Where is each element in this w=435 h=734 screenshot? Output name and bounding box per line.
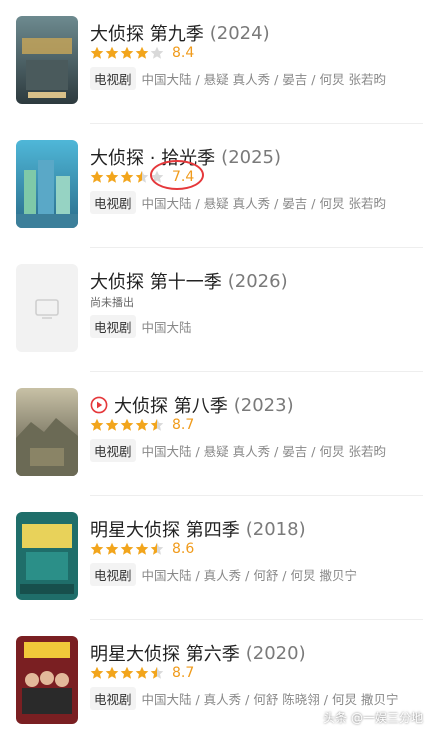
type-badge: 电视剧 xyxy=(90,438,136,462)
meta-row: 电视剧 中国大陆 / 真人秀 / 何舒 陈晓翎 / 何炅 撒贝宁 xyxy=(90,686,399,710)
poster-mx4-art xyxy=(16,512,78,600)
poster-image[interactable] xyxy=(16,388,78,476)
title-row: 明星大侦探 第六季 (2020) xyxy=(90,640,306,666)
rating-row: 8.4 xyxy=(90,44,194,62)
star-icon xyxy=(90,46,104,59)
poster-sgj-art xyxy=(16,140,78,228)
star-icon xyxy=(120,46,134,59)
meta-tags: 中国大陆 / 悬疑 真人秀 / 晏吉 / 何炅 张若昀 xyxy=(141,71,386,87)
meta-tags: 中国大陆 / 悬疑 真人秀 / 晏吉 / 何炅 张若昀 xyxy=(141,443,386,459)
meta-row: 电视剧 中国大陆 / 悬疑 真人秀 / 晏吉 / 何炅 张若昀 xyxy=(90,66,386,90)
result-item[interactable]: 大侦探 第十一季 (2026) 尚未播出 电视剧 中国大陆 xyxy=(0,248,435,372)
show-title[interactable]: 大侦探 第十一季 xyxy=(90,268,222,294)
star-icon xyxy=(120,418,134,431)
meta-tags: 中国大陆 / 真人秀 / 何舒 陈晓翎 / 何炅 撒贝宁 xyxy=(141,691,399,707)
star-rating xyxy=(90,46,164,60)
meta-tags: 中国大陆 xyxy=(141,319,192,335)
star-icon xyxy=(90,418,104,431)
score-value: 8.6 xyxy=(172,541,195,557)
show-year: (2025) xyxy=(221,146,282,168)
star-icon xyxy=(105,46,119,59)
star-rating xyxy=(90,418,164,432)
star-rating xyxy=(90,666,164,680)
star-icon xyxy=(120,542,134,555)
type-badge: 电视剧 xyxy=(90,66,136,90)
score-value: 8.4 xyxy=(172,45,195,61)
title-row: 大侦探 第十一季 (2026) xyxy=(90,268,288,294)
result-item[interactable]: 大侦探 · 拾光季 (2025) 7.4 电视剧 中国大陆 / 悬疑 真人秀 /… xyxy=(0,124,435,248)
star-icon xyxy=(105,418,119,431)
star-icon xyxy=(105,542,119,555)
star-icon xyxy=(135,666,149,679)
type-badge: 电视剧 xyxy=(90,562,136,586)
play-circle-icon[interactable] xyxy=(90,396,108,414)
show-year: (2018) xyxy=(245,518,306,540)
star-icon xyxy=(150,542,164,555)
poster-image[interactable] xyxy=(16,16,78,104)
star-icon xyxy=(135,170,149,183)
star-icon xyxy=(150,46,164,59)
watermark: 头条 @一娱三分地 xyxy=(305,709,423,726)
poster-mx6-art xyxy=(16,636,78,724)
show-title[interactable]: 明星大侦探 第六季 xyxy=(90,640,240,666)
star-icon xyxy=(105,666,119,679)
type-badge: 电视剧 xyxy=(90,190,136,214)
poster-image[interactable] xyxy=(16,512,78,600)
meta-tags: 中国大陆 / 悬疑 真人秀 / 晏吉 / 何炅 张若昀 xyxy=(141,195,386,211)
show-year: (2026) xyxy=(227,270,288,292)
star-icon xyxy=(90,170,104,183)
watermark-text: 头条 @一娱三分地 xyxy=(323,711,423,725)
star-rating xyxy=(90,542,164,556)
type-badge: 电视剧 xyxy=(90,686,136,710)
title-row: 明星大侦探 第四季 (2018) xyxy=(90,516,306,542)
show-title[interactable]: 大侦探 第八季 xyxy=(114,392,228,418)
result-item[interactable]: 大侦探 第九季 (2024) 8.4 电视剧 中国大陆 / 悬疑 真人秀 / 晏… xyxy=(0,0,435,124)
star-icon xyxy=(135,418,149,431)
poster-dz8-art xyxy=(16,388,78,476)
poster-placeholder[interactable] xyxy=(16,264,78,352)
rating-row: 8.6 xyxy=(90,540,194,558)
meta-row: 电视剧 中国大陆 / 悬疑 真人秀 / 晏吉 / 何炅 张若昀 xyxy=(90,190,386,214)
rating-row: 8.7 xyxy=(90,664,194,682)
star-icon xyxy=(135,46,149,59)
star-icon xyxy=(90,666,104,679)
score-value: 8.7 xyxy=(172,417,195,433)
result-item[interactable]: 大侦探 第八季 (2023) 8.7 电视剧 中国大陆 / 悬疑 真人秀 / 晏… xyxy=(0,372,435,496)
meta-row: 电视剧 中国大陆 / 真人秀 / 何舒 / 何炅 撒贝宁 xyxy=(90,562,357,586)
show-title[interactable]: 明星大侦探 第四季 xyxy=(90,516,240,542)
poster-dz9-art xyxy=(16,16,78,104)
meta-row: 电视剧 中国大陆 xyxy=(90,314,192,338)
title-row: 大侦探 第九季 (2024) xyxy=(90,20,270,46)
score-value: 8.7 xyxy=(172,665,195,681)
star-icon xyxy=(105,170,119,183)
show-title[interactable]: 大侦探 第九季 xyxy=(90,20,204,46)
title-row: 大侦探 第八季 (2023) xyxy=(90,392,294,418)
star-icon xyxy=(150,418,164,431)
star-icon xyxy=(120,170,134,183)
poster-image[interactable] xyxy=(16,140,78,228)
meta-row: 电视剧 中国大陆 / 悬疑 真人秀 / 晏吉 / 何炅 张若昀 xyxy=(90,438,386,462)
poster-image[interactable] xyxy=(16,636,78,724)
star-icon xyxy=(150,666,164,679)
not-aired-label: 尚未播出 xyxy=(90,296,134,309)
rating-row: 8.7 xyxy=(90,416,194,434)
show-year: (2023) xyxy=(233,394,294,416)
show-year: (2020) xyxy=(245,642,306,664)
watermark-logo-icon xyxy=(305,710,320,725)
result-item[interactable]: 明星大侦探 第四季 (2018) 8.6 电视剧 中国大陆 / 真人秀 / 何舒… xyxy=(0,496,435,620)
star-icon xyxy=(120,666,134,679)
show-year: (2024) xyxy=(209,22,270,44)
tv-placeholder-icon xyxy=(35,299,59,319)
star-icon xyxy=(135,542,149,555)
star-icon xyxy=(90,542,104,555)
meta-tags: 中国大陆 / 真人秀 / 何舒 / 何炅 撒贝宁 xyxy=(141,567,357,583)
annotation-circle xyxy=(150,160,204,190)
type-badge: 电视剧 xyxy=(90,314,136,338)
